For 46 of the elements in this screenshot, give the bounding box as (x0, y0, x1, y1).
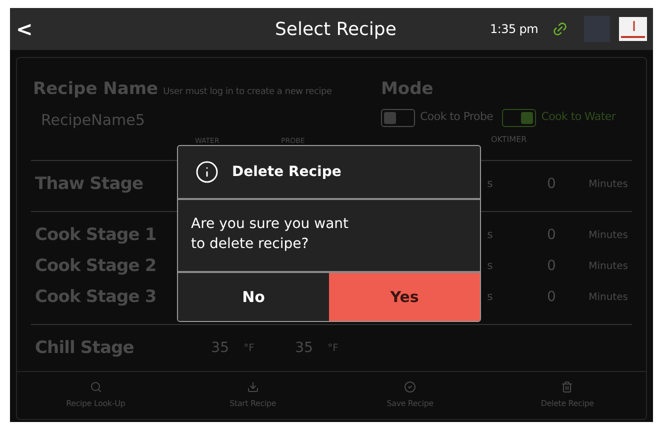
toolbar-button[interactable]: Start Recipe (174, 372, 332, 419)
time-value: 0 (546, 175, 557, 194)
toolbar-button[interactable]: Save Recipe (332, 372, 489, 419)
info-icon (195, 160, 219, 184)
dialog-message: Are you sure you want to delete recipe? (191, 215, 350, 254)
unit-label: °F (242, 342, 256, 356)
display-icon (619, 17, 647, 41)
stage-label: Chill Stage (35, 336, 135, 360)
mode-label: Mode (381, 78, 434, 101)
unit-label: Minutes (588, 260, 628, 274)
header-title: Select Recipe (275, 18, 396, 42)
toolbar-button[interactable]: Delete Recipe (488, 372, 646, 419)
toolbar-button[interactable]: Recipe Look-Up (17, 372, 174, 419)
unit-label: Minutes (588, 291, 628, 305)
probe-temp-value: 35 (294, 339, 313, 358)
unit-label: s (487, 227, 494, 244)
unit-label: s (487, 258, 494, 274)
login-note: User must log in to create a new recipe (163, 86, 332, 99)
unit-label: s (487, 176, 494, 192)
dialog-title: Delete Recipe (232, 162, 342, 182)
unit-label: Minutes (588, 178, 628, 192)
recipe-name-label: Recipe Name (33, 78, 158, 101)
water-temp-value: 35 (210, 339, 229, 358)
time-value: 0 (546, 288, 557, 307)
stage-label: Cook Stage 2 (35, 254, 158, 278)
stage-label: Thaw Stage (35, 172, 144, 196)
unit-label: Minutes (588, 229, 628, 243)
stage-label: Cook Stage 3 (35, 286, 158, 309)
recipe-name-field[interactable]: RecipeName5 (41, 108, 381, 131)
time-value: 0 (546, 226, 557, 245)
download-icon (246, 381, 259, 393)
yes-button[interactable]: Yes (329, 273, 480, 321)
stage-label: Cook Stage 1 (35, 224, 158, 247)
toggle-switch[interactable] (381, 108, 415, 126)
check-circle-icon (404, 381, 416, 393)
column-header: OKTIMER (491, 134, 527, 146)
unit-label: °F (326, 342, 340, 356)
search-icon (90, 381, 102, 393)
mode-option-label: Cook to Probe (420, 109, 494, 126)
back-button[interactable]: < (16, 14, 33, 44)
time-value: 0 (546, 257, 557, 276)
toggle-switch[interactable] (502, 108, 536, 126)
unit-label: s (487, 289, 494, 306)
trash-icon (561, 381, 574, 393)
mode-option-label: Cook to Water (541, 109, 616, 126)
time-label: 1:35 pm (490, 21, 538, 38)
